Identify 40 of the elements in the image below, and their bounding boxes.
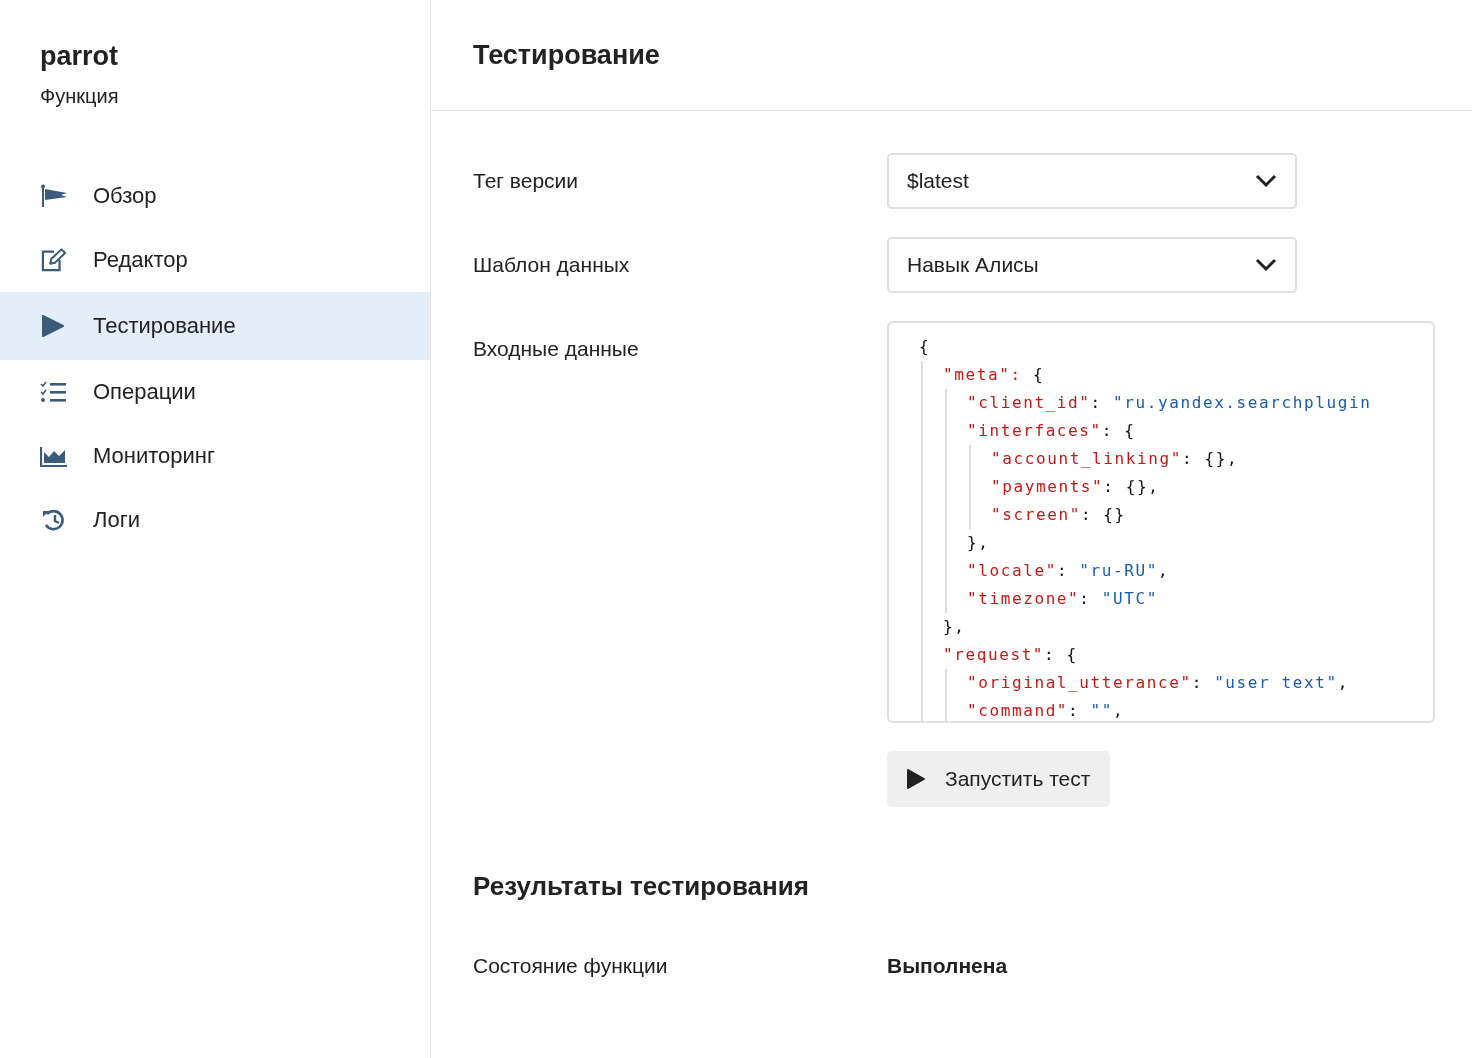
- code-line: },: [967, 532, 991, 554]
- flag-icon: [40, 184, 68, 208]
- code-line: "interfaces": {: [967, 420, 1137, 442]
- result-value: Выполнена: [887, 953, 1008, 979]
- app-title: parrot: [40, 40, 119, 73]
- code-line: "client_id": "ru.yandex.searchplugin: [967, 392, 1373, 414]
- section-title: Результаты тестирования: [473, 871, 810, 902]
- code-line: "command": "",: [967, 700, 1126, 721]
- code-line: "timezone": "UTC": [967, 588, 1159, 610]
- page-title: Тестирование: [473, 39, 660, 71]
- code-line: },: [943, 616, 967, 638]
- nav-item[interactable]: Логи: [0, 488, 430, 552]
- code-editor[interactable]: [887, 321, 1435, 723]
- chevron-down-icon: [1255, 258, 1277, 272]
- code-line: "account_linking": {},: [991, 448, 1240, 470]
- nav-item[interactable]: Тестирование: [0, 292, 430, 360]
- code-line: "payments": {},: [991, 476, 1161, 498]
- checklist-icon: [40, 380, 68, 404]
- nav-item[interactable]: Мониторинг: [0, 424, 430, 488]
- app-subtitle: Функция: [40, 84, 120, 109]
- nav-item[interactable]: Обзор: [0, 164, 430, 228]
- field-label: Тег версии: [473, 168, 580, 194]
- code-line: "original_utterance": "user text",: [967, 672, 1350, 694]
- play-icon: [905, 768, 927, 790]
- code-line: "meta": {: [943, 364, 1046, 386]
- code-line: "locale": "ru-RU",: [967, 560, 1171, 582]
- code-line: "screen": {}: [991, 504, 1127, 526]
- area-chart-icon: [40, 444, 68, 468]
- chevron-down-icon: [1255, 174, 1277, 188]
- nav-item[interactable]: Операции: [0, 360, 430, 424]
- run-test-button[interactable]: Запустить тест: [887, 751, 1111, 807]
- edit-icon: [40, 248, 68, 272]
- field-label: Шаблон данных: [473, 252, 631, 278]
- code-line: "request": {: [943, 644, 1079, 666]
- nav-item[interactable]: Редактор: [0, 228, 430, 292]
- field-label: Входные данные: [473, 336, 640, 362]
- result-label: Состояние функции: [473, 953, 669, 979]
- template-select[interactable]: Навык Алисы: [887, 237, 1297, 293]
- code-line: {: [919, 336, 932, 358]
- version-select[interactable]: $latest: [887, 153, 1297, 209]
